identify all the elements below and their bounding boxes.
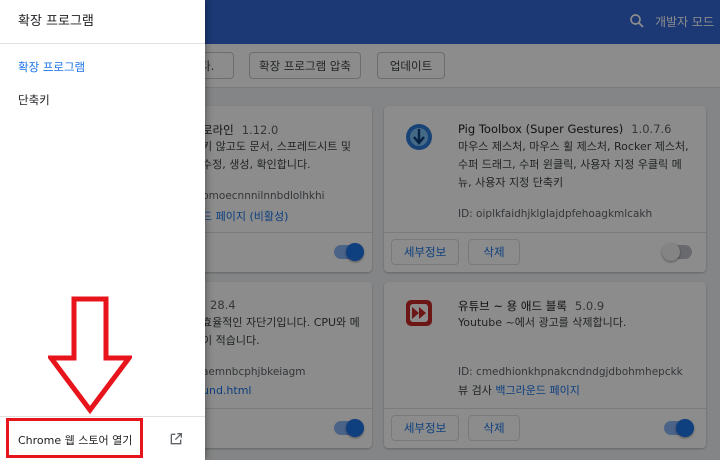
drawer-item-extensions[interactable]: 확장 프로그램	[18, 59, 85, 75]
divider	[0, 43, 205, 44]
drawer-title: 확장 프로그램	[18, 14, 94, 29]
red-arrow-annotation	[48, 296, 132, 414]
open-in-new-icon[interactable]	[168, 431, 184, 447]
drawer-item-shortcuts[interactable]: 단축키	[18, 92, 50, 108]
divider	[0, 416, 205, 417]
highlight-box-annotation	[6, 418, 143, 458]
